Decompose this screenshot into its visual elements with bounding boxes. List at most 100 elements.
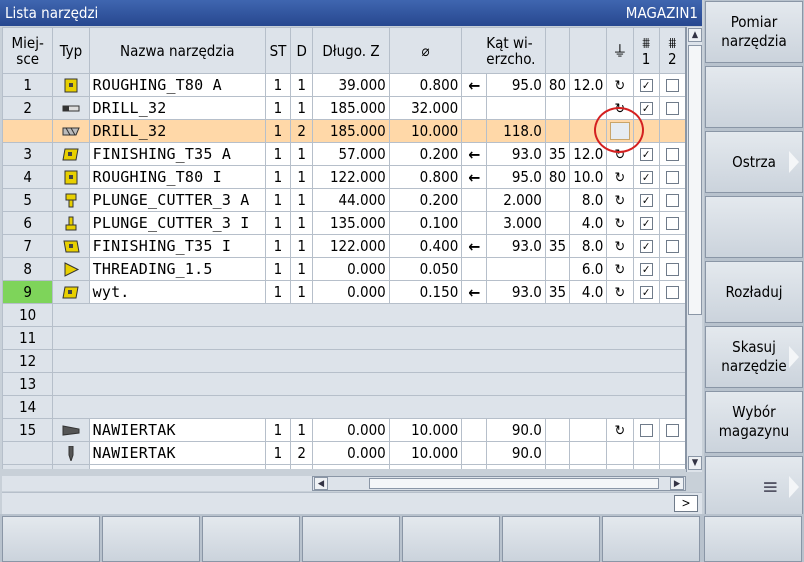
cell-length[interactable]: 44.000 (312, 188, 390, 212)
cell-spindle[interactable]: ↻ (606, 211, 634, 235)
cell-extra-1[interactable]: 35 (544, 280, 571, 304)
table-row[interactable]: 16FREZ110.00010.0004 (2, 464, 685, 469)
checkbox[interactable]: ✓ (639, 240, 653, 253)
checkbox[interactable]: ✓ (639, 217, 653, 230)
col-location[interactable]: Miej-sce (2, 27, 54, 74)
cell-coolant-2[interactable] (658, 464, 685, 469)
cell-diameter[interactable]: 0.800 (388, 165, 463, 189)
cell-empty[interactable] (52, 349, 685, 373)
cell-spindle[interactable]: ↻ (606, 96, 634, 120)
cell-coolant-1[interactable]: ✓ (632, 165, 660, 189)
scroll-up-icon[interactable]: ▲ (688, 28, 702, 42)
softkey-h8[interactable] (704, 516, 802, 562)
cell-extra-1[interactable] (544, 119, 571, 143)
checkbox[interactable]: ✓ (639, 79, 653, 92)
cell-spindle[interactable]: ↻ (606, 280, 634, 304)
cell-extra-2[interactable] (569, 418, 608, 442)
softkey-v3[interactable]: Ostrza (705, 131, 803, 193)
cell-extra-1[interactable]: 35 (544, 142, 571, 166)
cell-d[interactable]: 1 (290, 257, 314, 281)
table-row[interactable]: 3 FINISHING_T35 A 1 1 57.000 0.200 ← 93.0 35 12.0… (2, 142, 685, 166)
softkey-v2[interactable] (705, 66, 803, 128)
cell-length[interactable]: 185.000 (312, 119, 390, 143)
cell-extra-2[interactable]: 4.0 (569, 280, 608, 304)
col-d[interactable]: D (290, 27, 314, 74)
cell-tool-name[interactable]: PLUNGE_CUTTER_3 I (88, 211, 266, 235)
cell-coolant-2[interactable] (658, 96, 685, 120)
table-row[interactable]: 6 PLUNGE_CUTTER_3 I 1 1 135.000 0.100 3.000 4.0… (2, 211, 685, 235)
cell-coolant-2[interactable] (658, 280, 685, 304)
softkey-h5[interactable] (402, 516, 500, 562)
cell-tool-name[interactable]: ROUGHING_T80 A (88, 73, 266, 97)
softkey-h7[interactable] (602, 516, 700, 562)
cell-angle[interactable]: 93.0 (486, 280, 546, 304)
cell-d[interactable]: 1 (290, 73, 314, 97)
cell-extra-2[interactable] (569, 464, 608, 469)
softkey-h1[interactable] (2, 516, 100, 562)
table-row[interactable]: 2 DRILL_32 1 1 185.000 32.000 ↻ ✓ (2, 96, 685, 120)
cell-extra-2[interactable] (569, 96, 608, 120)
softkey-v8[interactable]: ≡ (705, 456, 803, 518)
cell-st[interactable]: 1 (264, 280, 292, 304)
cell-extra-2[interactable]: 8.0 (569, 188, 608, 212)
cell-st[interactable]: 1 (264, 165, 292, 189)
cell-angle[interactable]: 3.000 (486, 211, 546, 235)
cell-length[interactable]: 39.000 (312, 73, 390, 97)
vertical-scroll-thumb[interactable] (688, 45, 702, 315)
checkbox[interactable] (665, 79, 679, 92)
cell-extra-2[interactable] (569, 441, 608, 465)
cell-empty[interactable] (52, 303, 685, 327)
cell-st[interactable]: 1 (264, 257, 292, 281)
cell-length[interactable]: 0.000 (312, 441, 390, 465)
cell-coolant-2[interactable] (658, 165, 685, 189)
cell-angle[interactable]: 95.0 (486, 73, 546, 97)
cell-tool-name[interactable]: FREZ (88, 464, 266, 469)
cell-tool-name[interactable]: wyt. (88, 280, 266, 304)
cell-extra-1[interactable]: 80 (544, 165, 571, 189)
checkbox[interactable] (665, 424, 679, 437)
cell-extra-2[interactable]: 12.0 (569, 73, 608, 97)
cell-d[interactable]: 1 (290, 464, 314, 469)
cell-tool-name[interactable]: NAWIERTAK (88, 441, 266, 465)
cell-angle[interactable]: 118.0 (486, 119, 546, 143)
table-row[interactable]: 11 (2, 326, 685, 350)
cell-spindle[interactable]: ↻ (606, 73, 634, 97)
cell-length[interactable]: 0.000 (312, 464, 390, 469)
scroll-down-icon[interactable]: ▼ (688, 456, 702, 470)
empty-field[interactable] (609, 122, 630, 141)
cell-d[interactable]: 2 (290, 441, 314, 465)
cell-diameter[interactable]: 0.200 (388, 142, 463, 166)
cell-diameter[interactable]: 0.100 (388, 211, 463, 235)
cell-length[interactable]: 135.000 (312, 211, 390, 235)
scroll-right-icon[interactable]: ▶ (670, 477, 684, 490)
cell-st[interactable]: 1 (264, 464, 292, 469)
cell-extra-1[interactable] (544, 211, 571, 235)
cell-spindle[interactable]: ↻ (606, 142, 634, 166)
cell-length[interactable]: 0.000 (312, 257, 390, 281)
table-row[interactable]: NAWIERTAK 1 2 0.000 10.000 90.0 (2, 441, 685, 465)
cell-length[interactable]: 0.000 (312, 418, 390, 442)
softkey-h6[interactable] (502, 516, 600, 562)
cell-tool-name[interactable]: ROUGHING_T80 I (88, 165, 266, 189)
table-row[interactable]: 9 wyt. 1 1 0.000 0.150 ← 93.0 35 4.0 ↻ ✓ (2, 280, 685, 304)
cell-diameter[interactable]: 0.800 (388, 73, 463, 97)
cell-spindle[interactable] (606, 441, 634, 465)
cell-angle[interactable] (486, 257, 546, 281)
cell-extra-1[interactable] (544, 464, 571, 469)
cell-diameter[interactable]: 0.050 (388, 257, 463, 281)
checkbox[interactable] (665, 102, 679, 115)
checkbox[interactable]: ✓ (639, 263, 653, 276)
table-row[interactable]: 13 (2, 372, 685, 396)
cell-extra-2[interactable]: 8.0 (569, 234, 608, 258)
cell-extra-1[interactable]: 80 (544, 73, 571, 97)
cell-coolant-2[interactable] (658, 119, 685, 143)
cell-coolant-1[interactable]: ✓ (632, 142, 660, 166)
col-tip-angle[interactable]: Kąt wi-erzcho. (461, 27, 546, 74)
table-row[interactable]: DRILL_32 1 2 185.000 10.000 118.0 (2, 119, 685, 143)
cell-length[interactable]: 122.000 (312, 165, 390, 189)
cell-angle[interactable] (486, 464, 546, 469)
cell-extra-2[interactable] (569, 119, 608, 143)
cell-spindle[interactable]: ↻ (606, 165, 634, 189)
cell-angle[interactable]: 90.0 (486, 441, 546, 465)
cell-extra-1[interactable] (544, 418, 571, 442)
